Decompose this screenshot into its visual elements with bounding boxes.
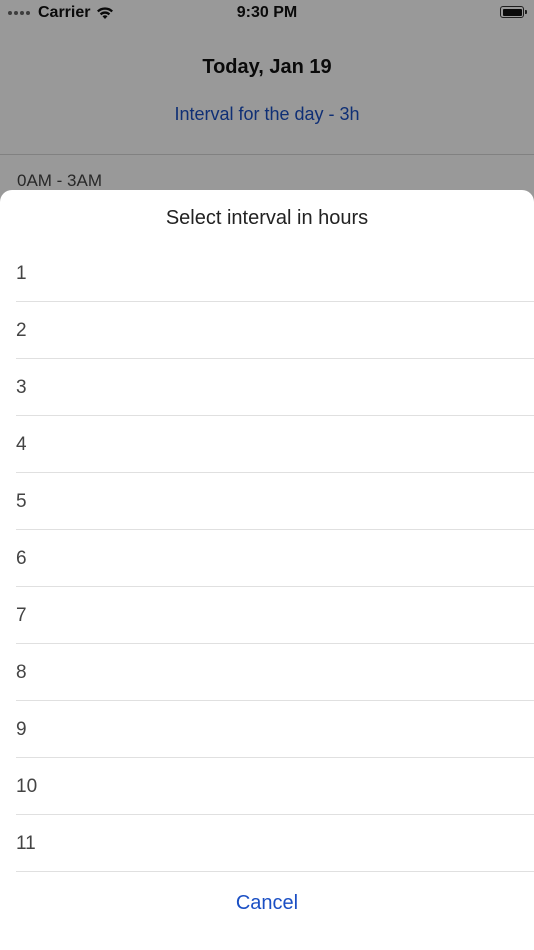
interval-option-6[interactable]: 6 (0, 530, 534, 587)
interval-option-5[interactable]: 5 (0, 473, 534, 530)
option-label: 5 (16, 491, 27, 512)
interval-option-4[interactable]: 4 (0, 416, 534, 473)
option-label: 4 (16, 434, 27, 455)
option-label: 8 (16, 662, 27, 683)
sheet-title: Select interval in hours (165, 207, 369, 229)
option-label: 10 (16, 776, 38, 797)
interval-option-11[interactable]: 11 (0, 815, 534, 872)
option-label: 6 (16, 548, 27, 569)
cancel-button[interactable]: Cancel (0, 892, 534, 915)
interval-picker-sheet: Select interval in hours 1 2 3 4 5 6 7 8… (0, 190, 534, 950)
option-label: 3 (16, 377, 27, 398)
interval-option-9[interactable]: 9 (0, 701, 534, 758)
option-label: 1 (16, 263, 27, 284)
interval-option-8[interactable]: 8 (0, 644, 534, 701)
interval-option-1[interactable]: 1 (0, 245, 534, 302)
interval-option-10[interactable]: 10 (0, 758, 534, 815)
option-label: 2 (16, 320, 27, 341)
option-label: 11 (16, 833, 36, 854)
interval-option-2[interactable]: 2 (0, 302, 534, 359)
interval-options-list: 1 2 3 4 5 6 7 8 9 10 11 (0, 245, 534, 872)
option-label: 7 (16, 605, 27, 626)
option-label: 9 (16, 719, 27, 740)
interval-option-3[interactable]: 3 (0, 359, 534, 416)
interval-option-7[interactable]: 7 (0, 587, 534, 644)
